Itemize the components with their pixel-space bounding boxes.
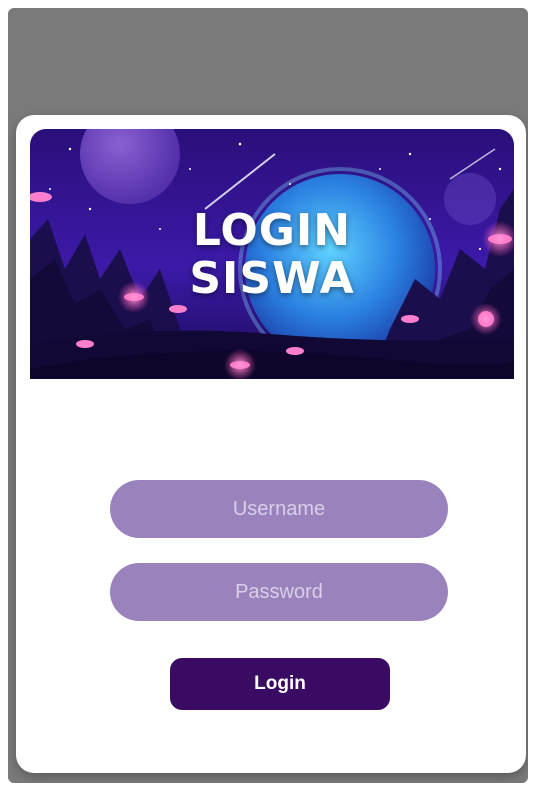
password-input[interactable] [110, 563, 448, 621]
page-title: LOGIN SISWA [30, 207, 514, 303]
header-banner: LOGIN SISWA [30, 129, 514, 379]
screen-backdrop: LOGIN SISWA Login [8, 8, 528, 783]
title-line-siswa: SISWA [189, 253, 355, 304]
title-line-login: LOGIN [192, 205, 352, 256]
username-input[interactable] [110, 480, 448, 538]
login-button[interactable]: Login [170, 658, 390, 710]
login-card: LOGIN SISWA Login [16, 115, 526, 773]
